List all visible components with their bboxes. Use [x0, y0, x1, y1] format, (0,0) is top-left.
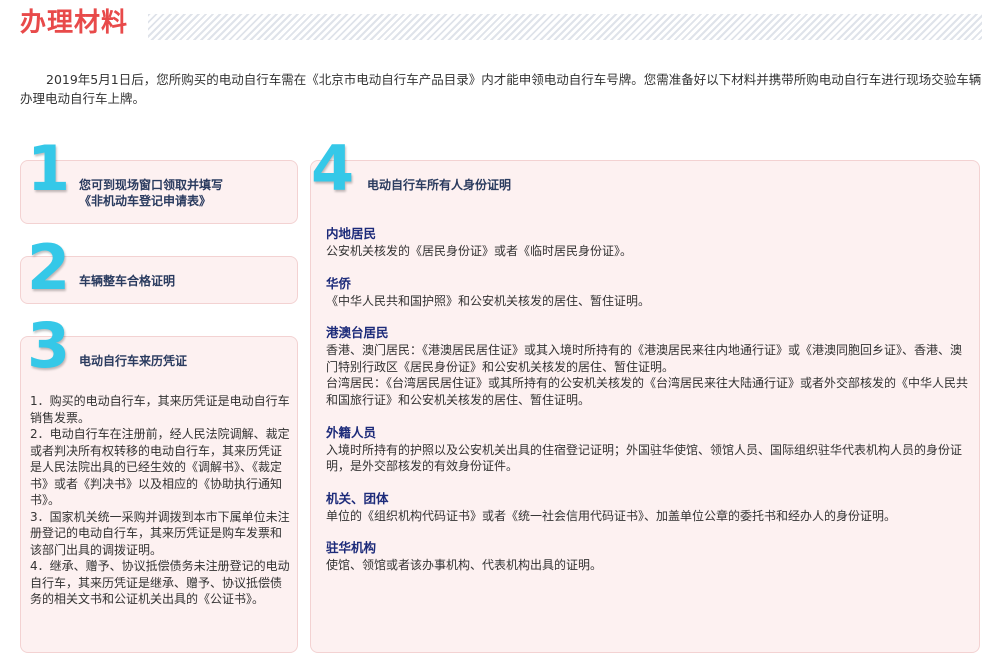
section-title: 驻华机构: [326, 540, 377, 556]
section-title: 外籍人员: [326, 424, 377, 440]
section-header: 办理材料: [20, 6, 982, 40]
step-number-3: 3: [27, 309, 71, 382]
header-decoration: [148, 14, 982, 40]
page-title: 办理材料: [20, 8, 129, 38]
identity-sections: 内地居民 公安机关核发的《居民身份证》或者《临时居民身份证》。 华侨 《中华人民…: [326, 225, 971, 589]
section-title: 华侨: [326, 275, 352, 291]
step-number-1: 1: [27, 132, 71, 205]
section-text: 香港、澳门居民：《港澳居民居住证》或其入境时所持有的《港澳居民来往内地通行证》或…: [326, 343, 963, 374]
proof-item: 3．国家机关统一采购并调拨到本市下属单位未注册登记的电动自行车，其来历凭证是购车…: [30, 509, 290, 557]
card-title-4: 电动自行车所有人身份证明: [367, 178, 512, 192]
card-certificate: 2 车辆整车合格证明: [20, 237, 298, 304]
card-title-2: 车辆整车合格证明: [79, 274, 176, 288]
section-title: 机关、团体: [326, 490, 389, 506]
step-number-4: 4: [311, 132, 355, 205]
proof-item: 1．购买的电动自行车，其来历凭证是电动自行车销售发票。: [30, 394, 290, 425]
identity-section-overseas-chinese: 华侨 《中华人民共和国护照》和公安机关核发的居住、暂住证明。: [326, 275, 971, 310]
section-title: 港澳台居民: [326, 325, 389, 341]
proof-list: 1．购买的电动自行车，其来历凭证是电动自行车销售发票。 2．电动自行车在注册前，…: [30, 393, 292, 608]
intro-paragraph: 2019年5月1日后，您所购买的电动自行车需在《北京市电动自行车产品目录》内才能…: [20, 72, 982, 106]
card-application-form: 1 您可到现场窗口领取并填写 《非机动车登记申请表》: [20, 138, 298, 224]
card-title-1: 您可到现场窗口领取并填写 《非机动车登记申请表》: [79, 178, 224, 208]
section-text: 公安机关核发的《居民身份证》或者《临时居民身份证》。: [326, 244, 633, 258]
section-text: 单位的《组织机构代码证书》或者《统一社会信用代码证书》、加盖单位公章的委托书和经…: [326, 508, 897, 523]
section-title: 内地居民: [326, 226, 377, 241]
card-title-3: 电动自行车来历凭证: [79, 354, 188, 368]
identity-section-foreigners: 外籍人员 入境时所持有的护照以及公安机关出具的住宿登记证明；外国驻华使馆、领馆人…: [326, 424, 971, 475]
identity-section-hk-macau-taiwan: 港澳台居民 香港、澳门居民：《港澳居民居住证》或其入境时所持有的《港澳居民来往内…: [326, 324, 971, 408]
proof-item: 2．电动自行车在注册前，经人民法院调解、裁定或者判决所有权转移的电动自行车，其来…: [30, 427, 290, 507]
step-number-2: 2: [27, 231, 71, 304]
section-text: 入境时所持有的护照以及公安机关出具的住宿登记证明；外国驻华使馆、领馆人员、国际组…: [326, 442, 963, 474]
identity-section-mainland: 内地居民 公安机关核发的《居民身份证》或者《临时居民身份证》。: [326, 225, 971, 260]
identity-section-organizations: 机关、团体 单位的《组织机构代码证书》或者《统一社会信用代码证书》、加盖单位公章…: [326, 490, 971, 525]
identity-section-agencies: 驻华机构 使馆、领馆或者该办事机构、代表机构出具的证明。: [326, 539, 971, 574]
section-text: 《中华人民共和国护照》和公安机关核发的居住、暂住证明。: [326, 293, 651, 308]
section-text: 使馆、领馆或者该办事机构、代表机构出具的证明。: [326, 558, 603, 573]
card-owner-identity: 4 电动自行车所有人身份证明 内地居民 公安机关核发的《居民身份证》或者《临时居…: [310, 138, 980, 653]
section-text: 台湾居民：《台湾居民居住证》或其所持有的公安机关核发的《台湾居民来往大陆通行证》…: [326, 376, 969, 407]
proof-item: 4．继承、赠予、协议抵偿债务未注册登记的电动自行车，其来历凭证是继承、赠予、协议…: [30, 559, 290, 606]
card-proof-of-origin: 3 电动自行车来历凭证 1．购买的电动自行车，其来历凭证是电动自行车销售发票。 …: [20, 315, 298, 653]
